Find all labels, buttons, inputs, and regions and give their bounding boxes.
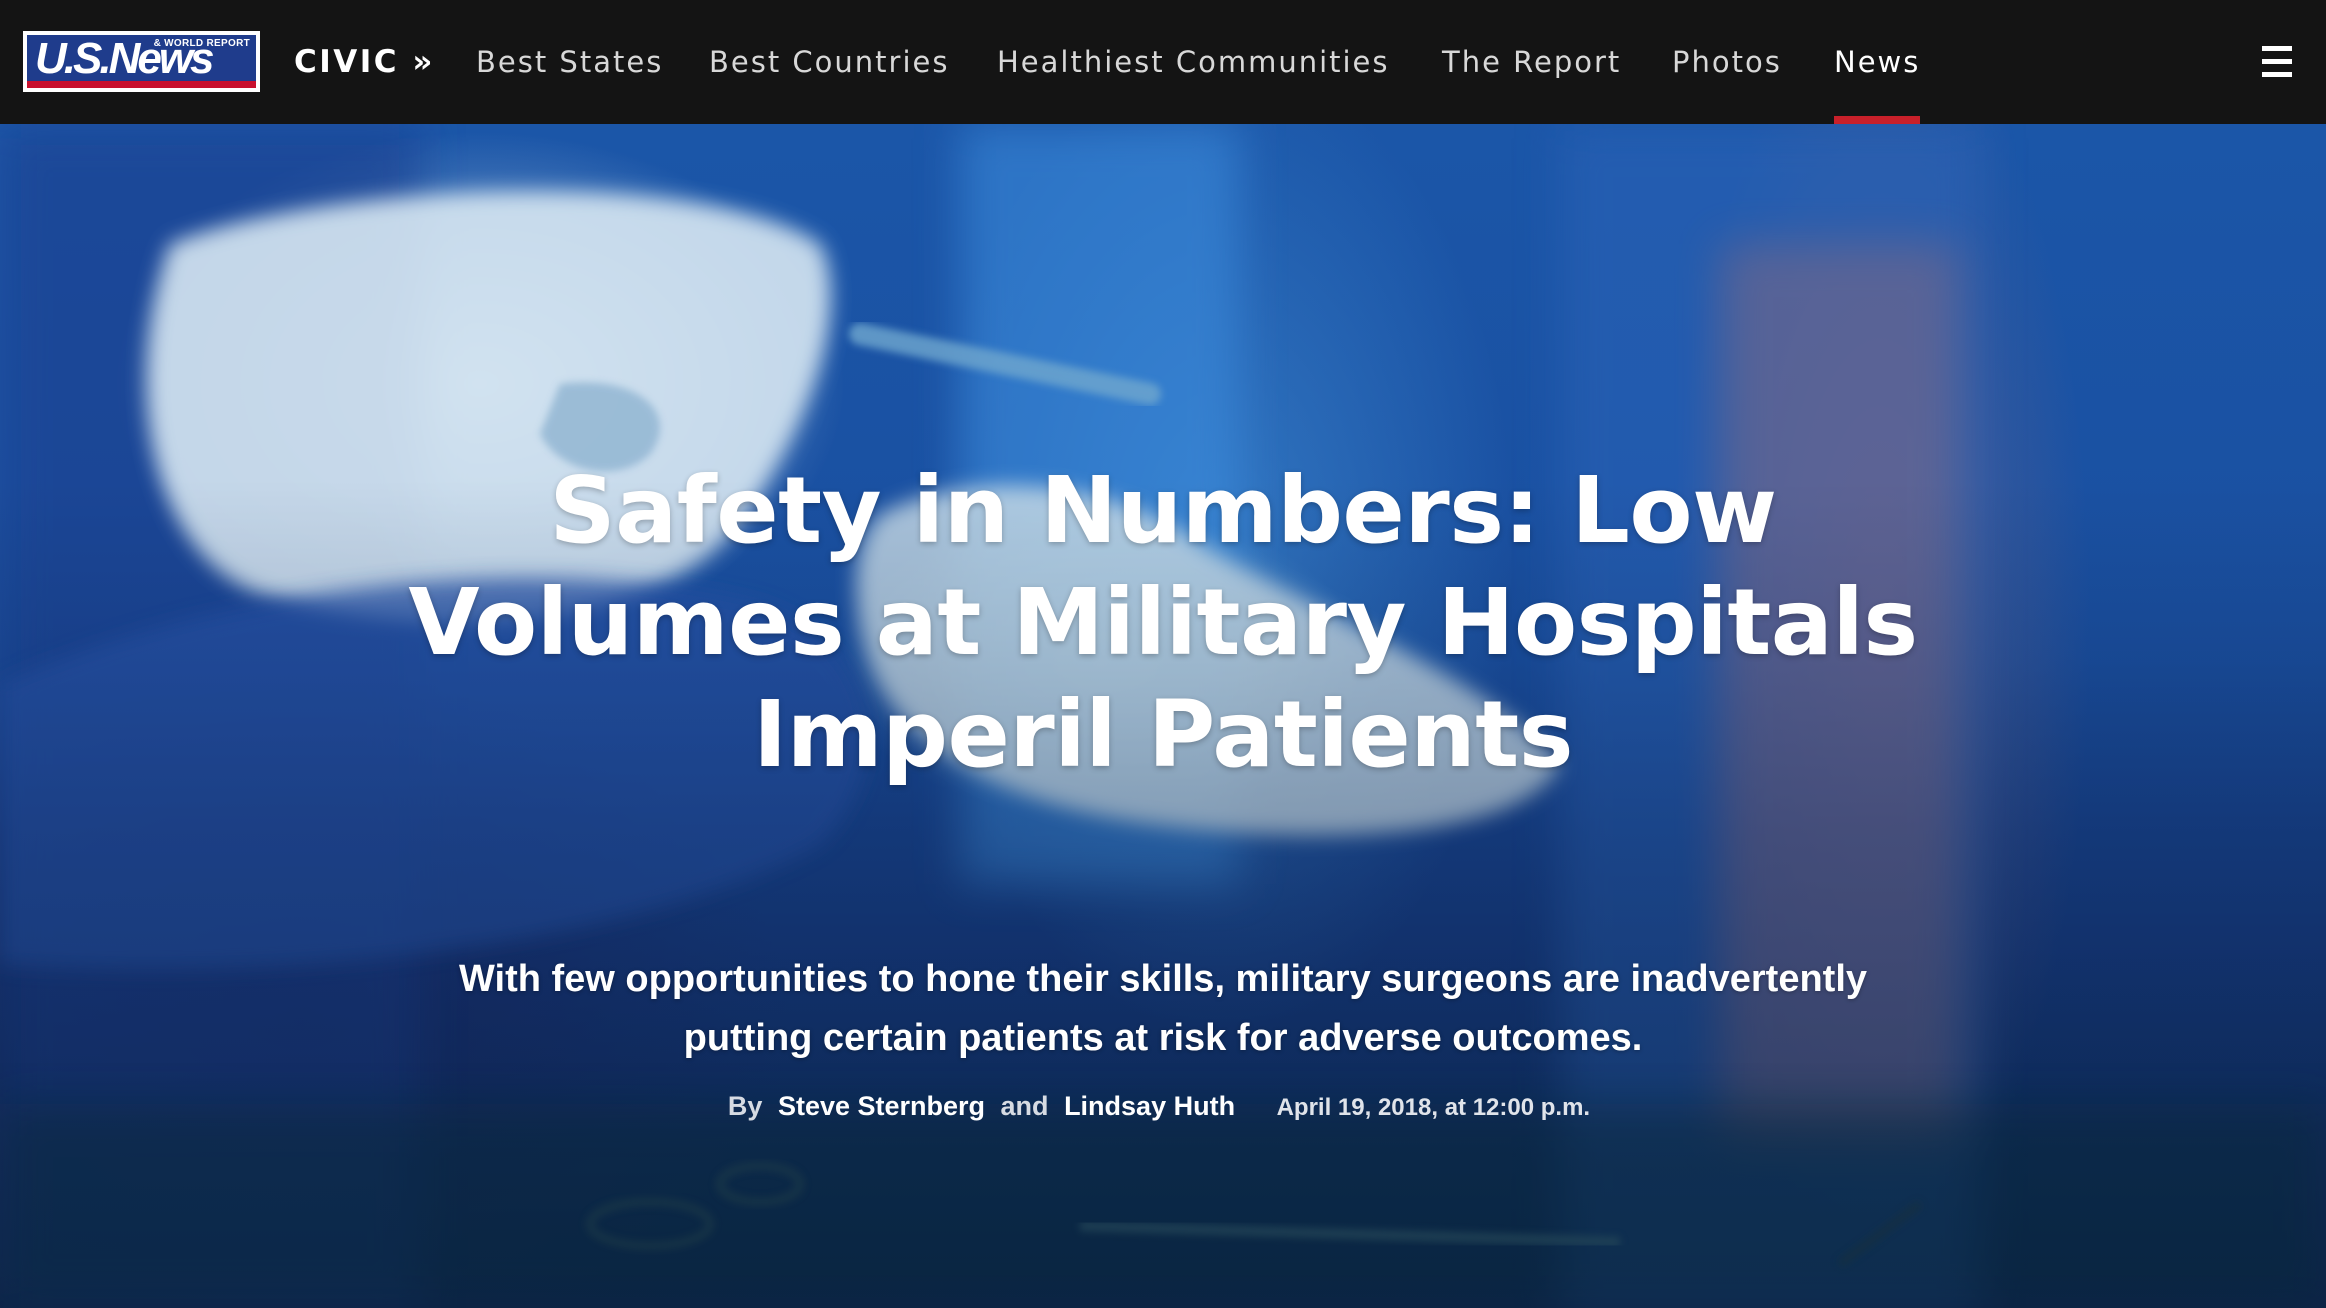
logo-badge: U.S.News & WORLD REPORT xyxy=(27,35,256,88)
article-dek: With few opportunities to hone their ski… xyxy=(458,958,1868,1059)
nav-item-best-countries[interactable]: Best Countries xyxy=(709,40,950,84)
article-byline: By Steve Sternberg and Lindsay Huth Apri… xyxy=(0,1088,2326,1126)
nav-item-healthiest-communities[interactable]: Healthiest Communities xyxy=(997,40,1390,84)
top-navigation-bar: U.S.News & WORLD REPORT CIVIC » Best Sta… xyxy=(0,0,2326,124)
civic-section-link[interactable]: CIVIC » xyxy=(294,40,435,84)
article-headline: Safety in Numbers: Low Volumes at Milita… xyxy=(408,457,1918,788)
author-link-steve-sternberg[interactable]: Steve Sternberg xyxy=(778,1091,985,1121)
byline-prefix: By xyxy=(727,1091,763,1121)
hero-section: Safety in Numbers: Low Volumes at Milita… xyxy=(0,124,2326,1308)
nav-item-photos[interactable]: Photos xyxy=(1672,40,1782,84)
byline-joiner: and xyxy=(1000,1091,1049,1121)
hamburger-menu-icon[interactable] xyxy=(2262,46,2292,78)
nav-item-best-states[interactable]: Best States xyxy=(476,40,663,84)
nav-item-news[interactable]: News xyxy=(1834,40,1920,84)
logo-subtitle: & WORLD REPORT xyxy=(153,38,250,49)
nav-item-the-report[interactable]: The Report xyxy=(1442,40,1621,84)
usnews-logo[interactable]: U.S.News & WORLD REPORT xyxy=(23,31,260,92)
author-link-lindsay-huth[interactable]: Lindsay Huth xyxy=(1064,1091,1235,1121)
publish-date: April 19, 2018, at 12:00 p.m. xyxy=(1276,1094,1591,1121)
active-tab-indicator xyxy=(1834,116,1920,124)
